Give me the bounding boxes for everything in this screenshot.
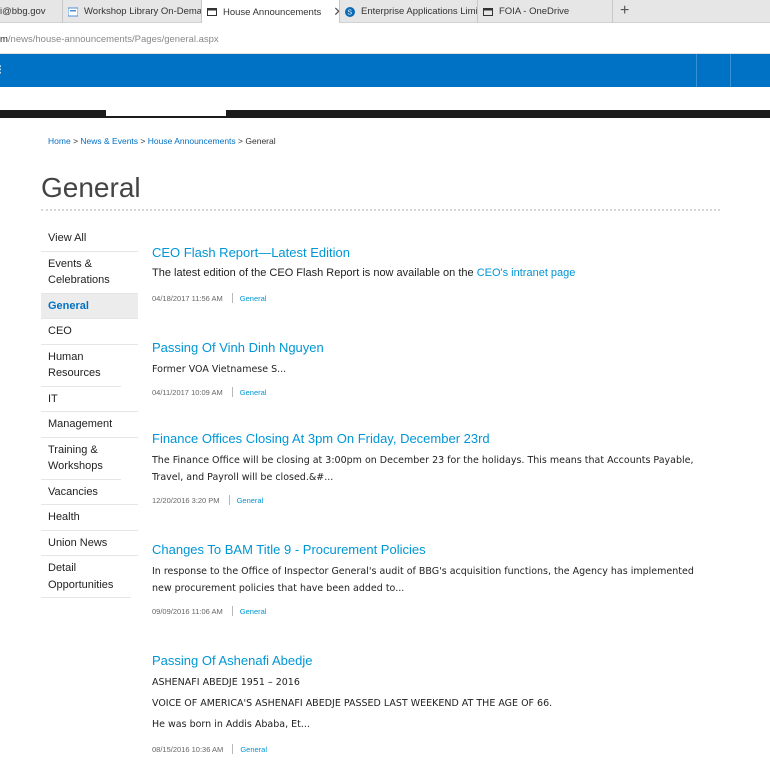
- nav-item-vacancies[interactable]: Vacancies: [41, 480, 138, 505]
- meta-divider: [232, 744, 234, 754]
- ribbon-divider: [696, 54, 697, 87]
- announcement-meta: 08/15/2016 10:36 AM General: [152, 744, 712, 754]
- svg-text:S: S: [347, 9, 352, 16]
- meta-divider: [231, 606, 233, 616]
- page-icon: [68, 7, 78, 16]
- announcement-meta: 04/11/2017 10:09 AM General: [152, 387, 712, 397]
- announcement-category-link[interactable]: General: [237, 496, 264, 505]
- announcement-summary: The Finance Office will be closing at 3:…: [152, 455, 694, 483]
- nav-item-detail-opportunities[interactable]: Detail Opportunities: [41, 556, 131, 598]
- announcement-meta: 09/09/2016 11:06 AM General: [152, 606, 712, 616]
- announcement-item: Passing Of Vinh Dinh Nguyen Former VOA V…: [152, 340, 712, 397]
- announcement-item: Passing Of Ashenafi Abedje ASHENAFI ABED…: [152, 653, 712, 754]
- announcement-item: CEO Flash Report—Latest Edition The late…: [152, 245, 712, 303]
- page-icon: [483, 7, 493, 16]
- url-text[interactable]: m/news/house-announcements/Pages/general…: [0, 34, 219, 45]
- tab-label: House Announcements: [223, 6, 322, 18]
- breadcrumb-separator: >: [238, 136, 244, 146]
- browser-tab[interactable]: FOIA - OneDrive: [478, 0, 613, 23]
- tab-label: FOIA - OneDrive: [499, 6, 570, 17]
- breadcrumb-link[interactable]: Home: [48, 136, 71, 146]
- breadcrumb-link[interactable]: House Announcements: [148, 136, 236, 146]
- tab-label: Enterprise Applications Limi: [361, 6, 478, 17]
- announcement-title[interactable]: Finance Offices Closing At 3pm On Friday…: [152, 431, 712, 447]
- page-icon: [207, 8, 217, 16]
- announcement-title[interactable]: Passing Of Ashenafi Abedje: [152, 653, 712, 669]
- site-nav-active-indicator: [106, 110, 226, 116]
- announcement-meta: 12/20/2016 3:20 PM General: [152, 495, 712, 505]
- summary-line: VOICE OF AMERICA'S ASHENAFI ABEDJE PASSE…: [152, 698, 553, 709]
- announcement-title[interactable]: Passing Of Vinh Dinh Nguyen: [152, 340, 712, 356]
- announcement-item: Changes To BAM Title 9 - Procurement Pol…: [152, 542, 712, 616]
- breadcrumb-separator: >: [140, 136, 146, 146]
- sharepoint-icon: S: [345, 6, 355, 17]
- browser-tab-strip: i@bbg.gov Workshop Library On-Dema House…: [0, 0, 770, 24]
- nav-item-it[interactable]: IT: [41, 387, 138, 412]
- url-host: m: [0, 34, 8, 45]
- announcement-date: 09/09/2016 11:06 AM: [152, 606, 223, 616]
- meta-divider: [231, 387, 233, 397]
- nav-item-ceo[interactable]: CEO: [41, 319, 138, 345]
- announcement-meta: 04/18/2017 11:56 AM General: [152, 293, 712, 303]
- tab-label: Workshop Library On-Dema: [84, 6, 202, 17]
- announcement-title[interactable]: CEO Flash Report—Latest Edition: [152, 245, 712, 261]
- ribbon-divider: [730, 54, 731, 87]
- nav-item-union-news[interactable]: Union News: [41, 531, 138, 556]
- announcement-date: 08/15/2016 10:36 AM: [152, 744, 224, 754]
- nav-item-view-all[interactable]: View All: [41, 226, 138, 252]
- meta-divider: [228, 495, 230, 505]
- close-icon[interactable]: ✕: [333, 4, 339, 20]
- browser-tab-active[interactable]: House Announcements ✕: [202, 0, 340, 24]
- summary-line: ASHENAFI ABEDJE 1951 – 2016: [152, 677, 300, 688]
- nav-item-human-resources[interactable]: Human Resources: [41, 345, 121, 387]
- announcement-summary: ASHENAFI ABEDJE 1951 – 2016 VOICE OF AME…: [152, 672, 712, 735]
- browser-tab[interactable]: S Enterprise Applications Limi: [340, 0, 478, 23]
- address-bar[interactable]: m/news/house-announcements/Pages/general…: [0, 23, 770, 54]
- page-title: General: [41, 172, 141, 203]
- breadcrumb-separator: >: [73, 136, 79, 146]
- breadcrumb-current: General: [245, 136, 276, 146]
- sharepoint-ribbon: ⁝: [0, 54, 770, 87]
- ceo-intranet-link[interactable]: CEO's intranet page: [477, 267, 576, 279]
- new-tab-button[interactable]: +: [620, 2, 629, 20]
- announcement-date: 12/20/2016 3:20 PM: [152, 495, 220, 505]
- browser-tab[interactable]: Workshop Library On-Dema: [63, 0, 202, 23]
- nav-item-health[interactable]: Health: [41, 505, 138, 531]
- nav-item-management[interactable]: Management: [41, 412, 138, 438]
- announcement-title[interactable]: Changes To BAM Title 9 - Procurement Pol…: [152, 542, 712, 558]
- summary-text: The latest edition of the CEO Flash Repo…: [152, 267, 477, 279]
- nav-item-events-celebrations[interactable]: Events & Celebrations: [41, 252, 138, 294]
- url-path: /news/house-announcements/Pages/general.…: [7, 34, 219, 45]
- announcement-date: 04/18/2017 11:56 AM: [152, 293, 223, 303]
- left-nav: View All Events & Celebrations General C…: [41, 226, 138, 598]
- app-launcher-icon[interactable]: ⁝: [0, 62, 2, 78]
- announcement-summary: The latest edition of the CEO Flash Repo…: [152, 265, 712, 282]
- announcement-summary: Former VOA Vietnamese S...: [152, 364, 287, 375]
- summary-line: He was born in Addis Ababa, Et...: [152, 719, 310, 730]
- announcement-category-link[interactable]: General: [240, 607, 267, 616]
- tab-label: i@bbg.gov: [0, 6, 46, 17]
- site-nav-bar: [0, 110, 770, 118]
- breadcrumb: Home > News & Events > House Announcemen…: [48, 136, 276, 146]
- browser-tab[interactable]: i@bbg.gov: [0, 0, 63, 23]
- breadcrumb-link[interactable]: News & Events: [80, 136, 138, 146]
- meta-divider: [231, 293, 233, 303]
- announcement-category-link[interactable]: General: [240, 745, 267, 754]
- announcement-summary: In response to the Office of Inspector G…: [152, 566, 694, 594]
- nav-item-training-workshops[interactable]: Training & Workshops: [41, 438, 121, 480]
- announcement-category-link[interactable]: General: [240, 294, 267, 303]
- announcement-item: Finance Offices Closing At 3pm On Friday…: [152, 431, 712, 505]
- title-divider: [41, 209, 720, 211]
- announcement-date: 04/11/2017 10:09 AM: [152, 387, 223, 397]
- nav-item-general[interactable]: General: [41, 293, 138, 319]
- announcement-category-link[interactable]: General: [240, 388, 267, 397]
